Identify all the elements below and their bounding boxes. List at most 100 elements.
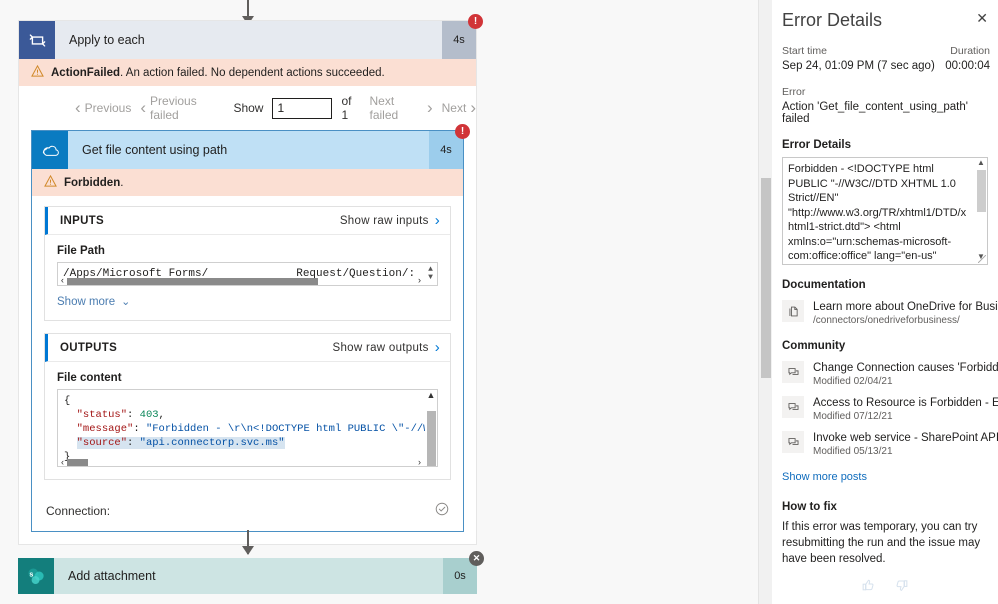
action-card-header[interactable]: Get file content using path 4s: [32, 131, 463, 169]
list-item-subtitle: Modified 05/13/21: [813, 446, 893, 457]
warning-triangle-icon: [31, 64, 44, 80]
loop-icon: [19, 21, 55, 59]
action-card-add-attachment[interactable]: ✕ s Add attachment 0s: [18, 551, 484, 594]
outputs-panel: OUTPUTS Show raw outputs › File content …: [44, 333, 451, 480]
flow-canvas: ! Apply to each 4s ActionFailed. An acti…: [0, 0, 760, 604]
start-time-block: Start time Sep 24, 01:09 PM (7 sec ago): [782, 45, 935, 72]
scroll-up-arrow-icon[interactable]: ▲: [977, 158, 985, 170]
forum-icon: [782, 361, 804, 383]
scroll-left-arrow-icon[interactable]: ‹: [58, 457, 67, 466]
connection-label: Connection:: [46, 503, 111, 518]
outputs-body: File content { "status": 403, "message":…: [45, 362, 450, 479]
previous-button[interactable]: Previous: [75, 101, 132, 115]
spinner-stepper-icon[interactable]: ▲ ▼: [425, 263, 436, 285]
show-raw-outputs-label: Show raw outputs: [332, 341, 429, 354]
details-title-row: Error Details ✕: [782, 10, 998, 31]
error-text-vertical-scrollbar[interactable]: ▲ ▼: [975, 158, 987, 264]
forum-icon: [782, 396, 804, 418]
vscroll-thumb[interactable]: [426, 411, 436, 466]
scope-card-apply-to-each[interactable]: ! Apply to each 4s ActionFailed. An acti…: [18, 14, 483, 545]
json-message-value: "Forbidden - \r\n<!DOCTYPE html PUBLIC \…: [145, 423, 437, 435]
connector-arrow-bottom: [242, 530, 254, 555]
inputs-heading: INPUTS: [60, 214, 104, 227]
scope-error-badge: !: [468, 14, 483, 29]
page-total-label: of 1: [341, 94, 352, 122]
scroll-right-arrow-icon[interactable]: ›: [415, 276, 424, 285]
error-details-heading: Error Details: [782, 139, 852, 151]
chevron-down-icon: ⌄: [121, 296, 131, 308]
action-panels: INPUTS Show raw inputs › File Path /Apps…: [32, 196, 463, 480]
file-path-label: File Path: [57, 245, 105, 257]
add-attachment-header[interactable]: s Add attachment 0s: [18, 558, 477, 594]
error-value: Action 'Get_file_content_using_path' fai…: [782, 101, 968, 125]
hscroll-thumb[interactable]: [67, 277, 318, 285]
code-hscroll-thumb[interactable]: [67, 458, 88, 466]
list-item[interactable]: Change Connection causes 'Forbidden' Mod…: [782, 360, 998, 387]
file-path-horizontal-scrollbar[interactable]: ‹ ›: [58, 276, 424, 285]
file-content-code-box[interactable]: { "status": 403, "message": "Forbidden -…: [57, 389, 438, 467]
page-number-input[interactable]: [272, 97, 333, 119]
show-raw-inputs-link[interactable]: Show raw inputs ›: [339, 212, 440, 229]
start-time-value: Sep 24, 01:09 PM (7 sec ago): [782, 60, 935, 72]
thumbs-down-icon[interactable]: [894, 578, 909, 596]
list-item-title: Access to Resource is Forbidden - Error: [813, 397, 998, 409]
vscroll-track[interactable]: [426, 401, 436, 466]
app-root: ! Apply to each 4s ActionFailed. An acti…: [0, 0, 998, 604]
connection-row: Connection:: [32, 492, 463, 531]
chevron-right-icon: ›: [434, 339, 440, 356]
inputs-body: File Path /Apps/Microsoft Forms/ Request…: [45, 235, 450, 320]
duration-label: Duration: [950, 45, 990, 57]
page-scroll-thumb[interactable]: [761, 178, 771, 378]
scope-error-code: ActionFailed: [51, 66, 121, 79]
how-to-fix-body: If this error was temporary, you can try…: [782, 521, 981, 565]
page-vertical-scrollbar[interactable]: [758, 0, 772, 604]
json-open-brace: {: [64, 395, 71, 407]
error-details-textbox[interactable]: Forbidden - <!DOCTYPE html PUBLIC "-//W3…: [782, 157, 988, 265]
list-item[interactable]: Access to Resource is Forbidden - Error …: [782, 395, 998, 422]
list-item-text: Change Connection causes 'Forbidden' Mod…: [813, 360, 998, 387]
show-label: Show: [233, 101, 264, 115]
thumbs-up-icon[interactable]: [861, 578, 876, 596]
start-time-label: Start time: [782, 45, 827, 57]
list-item[interactable]: Learn more about OneDrive for Busines /c…: [782, 299, 998, 326]
list-item[interactable]: Invoke web service - SharePoint API - 4(…: [782, 430, 998, 457]
document-icon: [782, 300, 804, 322]
forum-icon: [782, 431, 804, 453]
scope-error-strip: ActionFailed. An action failed. No depen…: [19, 59, 476, 86]
code-hscroll-track[interactable]: [67, 458, 415, 466]
show-raw-inputs-label: Show raw inputs: [339, 214, 429, 227]
file-path-field[interactable]: /Apps/Microsoft Forms/ Request/Question/…: [57, 262, 438, 286]
details-title: Error Details: [782, 10, 883, 30]
close-icon[interactable]: ✕: [976, 10, 988, 26]
list-item-subtitle: /connectors/onedriveforbusiness/: [813, 315, 960, 326]
how-to-fix-heading: How to fix: [782, 501, 837, 513]
chevron-right-icon: ›: [434, 212, 440, 229]
next-button[interactable]: Next: [442, 101, 476, 115]
show-more-posts-link[interactable]: Show more posts: [782, 471, 867, 483]
inputs-panel: INPUTS Show raw inputs › File Path /Apps…: [44, 206, 451, 321]
action-card-get-file-content[interactable]: ! Get file content using path 4s Forbidd…: [31, 124, 470, 532]
resize-grip-icon[interactable]: [978, 255, 986, 263]
scroll-up-arrow-icon[interactable]: ▲: [427, 390, 436, 401]
show-raw-outputs-link[interactable]: Show raw outputs ›: [332, 339, 440, 356]
warning-triangle-icon: [44, 174, 57, 190]
json-source-value: "api.connectorp.svc.ms": [139, 437, 285, 449]
connection-check-icon: [435, 502, 449, 519]
error-text-scroll-thumb[interactable]: [976, 170, 986, 212]
error-label: Error: [782, 86, 806, 98]
duration-block: Duration 00:00:04: [945, 45, 990, 72]
list-item-subtitle: Modified 07/12/21: [813, 411, 893, 422]
error-text-scroll-track[interactable]: [976, 170, 986, 252]
previous-failed-button[interactable]: Previous failed: [140, 94, 224, 122]
show-more-label: Show more: [57, 295, 116, 308]
list-item-text: Access to Resource is Forbidden - Error …: [813, 395, 998, 422]
scroll-right-arrow-icon[interactable]: ›: [415, 457, 424, 466]
next-failed-button[interactable]: Next failed: [370, 94, 433, 122]
show-more-inputs-link[interactable]: Show more ⌄: [57, 295, 438, 309]
scroll-left-arrow-icon[interactable]: ‹: [58, 276, 67, 285]
scope-card-header[interactable]: Apply to each 4s: [19, 21, 476, 59]
list-item-title: Invoke web service - SharePoint API - 4(: [813, 432, 998, 444]
code-vertical-scrollbar[interactable]: ▲ ▼: [425, 390, 437, 466]
hscroll-track[interactable]: [67, 277, 415, 285]
code-horizontal-scrollbar[interactable]: ‹ ›: [58, 457, 424, 466]
